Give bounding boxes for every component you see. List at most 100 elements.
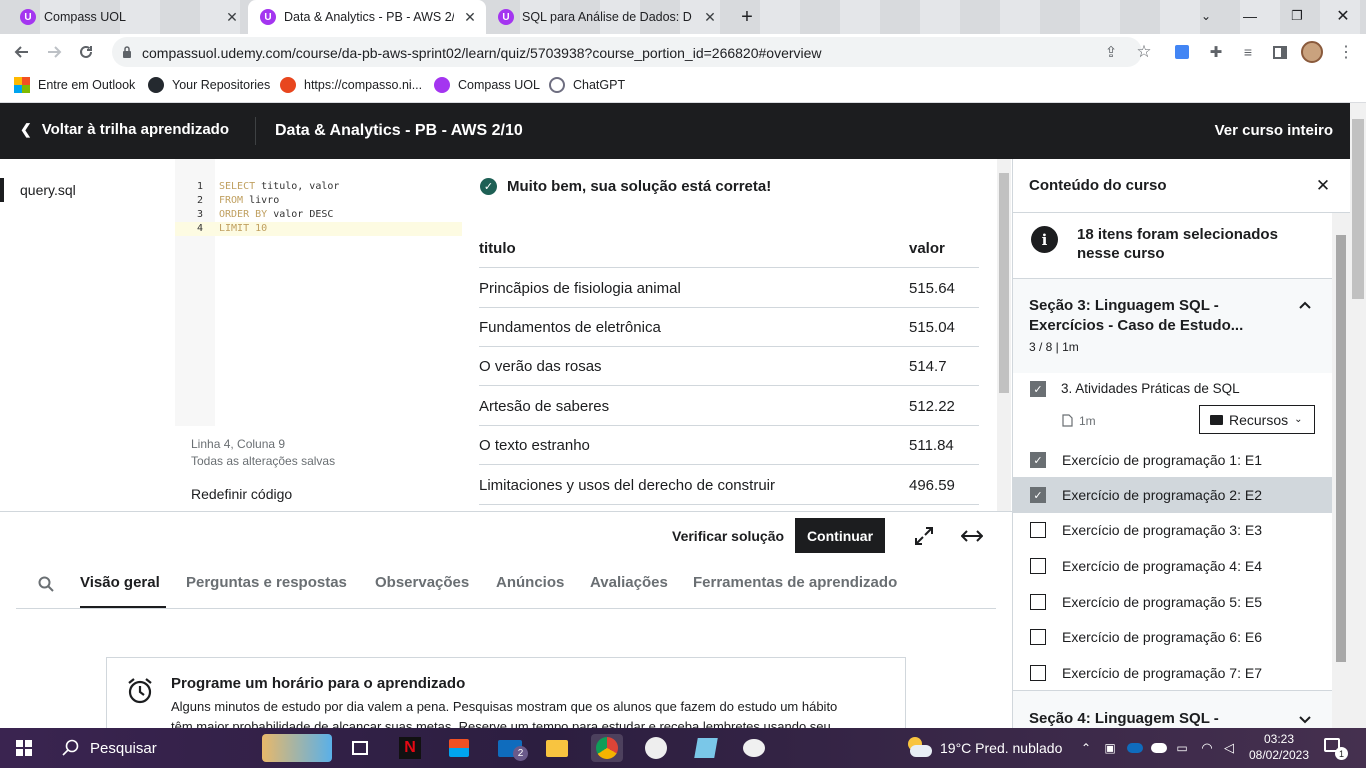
chevron-up-icon[interactable]	[1297, 297, 1313, 313]
task-view-icon[interactable]	[344, 734, 376, 762]
view-full-course-link[interactable]: Ver curso inteiro	[1215, 122, 1333, 139]
extensions-icon[interactable]: ✚	[1206, 42, 1226, 62]
scrollbar-thumb[interactable]	[999, 173, 1009, 393]
lecture-item-e6[interactable]: Exercício de programação 6: E6	[1013, 619, 1332, 655]
lecture-checkbox[interactable]	[1030, 522, 1046, 538]
chevron-down-icon[interactable]	[1297, 712, 1313, 728]
window-close-icon[interactable]: ✕	[1333, 6, 1353, 26]
lecture-item-e4[interactable]: Exercício de programação 4: E4	[1013, 548, 1332, 584]
tab-announcements[interactable]: Anúncios	[496, 574, 564, 591]
file-query-sql[interactable]: query.sql	[20, 182, 76, 198]
store-icon[interactable]	[443, 734, 475, 762]
section-3-header[interactable]: Seção 3: Linguagem SQL - Exercícios - Ca…	[1013, 279, 1332, 373]
app-icon[interactable]	[640, 734, 672, 762]
sidebar-scrollbar[interactable]	[1332, 213, 1350, 728]
new-tab-icon[interactable]: +	[736, 6, 758, 28]
tab-search-icon[interactable]: ⌄	[1196, 6, 1216, 26]
menu-kebab-icon[interactable]: ⋮	[1336, 42, 1356, 62]
notepad-icon[interactable]	[690, 734, 722, 762]
weather-icon[interactable]	[906, 737, 932, 759]
bookmark-repositories[interactable]: Your Repositories	[148, 77, 270, 93]
close-tab-icon[interactable]: ✕	[462, 9, 478, 25]
address-bar[interactable]: compassuol.udemy.com/course/da-pb-aws-sp…	[112, 37, 1142, 67]
tab-questions[interactable]: Perguntas e respostas	[186, 574, 347, 591]
volume-icon[interactable]: ◁	[1220, 738, 1238, 758]
close-sidebar-icon[interactable]: ✕	[1313, 176, 1333, 196]
search-icon[interactable]	[36, 574, 56, 594]
completed-checkbox[interactable]: ✓	[1030, 487, 1046, 503]
activity-item[interactable]: ✓ 3. Atividades Práticas de SQL 1m Recur…	[1013, 373, 1332, 443]
bookmark-outlook[interactable]: Entre em Outlook	[14, 77, 135, 93]
file-explorer-icon[interactable]	[541, 734, 573, 762]
page-scrollbar[interactable]	[1350, 103, 1366, 728]
tab-learning-tools[interactable]: Ferramentas de aprendizado	[693, 574, 897, 591]
lecture-item-e2-current[interactable]: ✓ Exercício de programação 2: E2	[1013, 477, 1332, 513]
reset-code-button[interactable]: Redefinir código	[191, 486, 292, 502]
bookmark-chatgpt[interactable]: ChatGPT	[549, 77, 625, 93]
tab-notes[interactable]: Observações	[375, 574, 469, 591]
verify-solution-button[interactable]: Verificar solução	[672, 528, 784, 544]
lecture-checkbox[interactable]	[1030, 665, 1046, 681]
device-icon[interactable]: ▣	[1102, 738, 1118, 758]
lecture-checkbox[interactable]	[1030, 558, 1046, 574]
notifications-icon[interactable]: 1	[1324, 738, 1348, 760]
side-panel-icon[interactable]	[1270, 42, 1290, 62]
bookmark-label: ChatGPT	[573, 78, 626, 92]
browser-tab-data-analytics[interactable]: U Data & Analytics - PB - AWS 2/10 ✕	[248, 0, 486, 34]
scrollbar-thumb[interactable]	[1336, 235, 1346, 662]
forward-arrow-icon[interactable]	[44, 42, 64, 62]
mail-icon[interactable]: 2	[494, 734, 528, 762]
chrome-icon[interactable]	[591, 734, 623, 762]
column-header-titulo: titulo	[479, 239, 516, 257]
activity-checkbox[interactable]: ✓	[1030, 381, 1046, 397]
translate-icon[interactable]	[1172, 42, 1192, 62]
wifi-icon[interactable]: ◠	[1198, 738, 1216, 758]
weather-text[interactable]: 19°C Pred. nublado	[940, 740, 1062, 756]
back-to-track-link[interactable]: ❮ Voltar à trilha aprendizado	[20, 121, 229, 138]
widgets-icon[interactable]	[262, 734, 332, 762]
resources-dropdown[interactable]: Recursos ⌄	[1199, 405, 1315, 434]
continue-button[interactable]: Continuar	[795, 518, 885, 553]
back-arrow-icon[interactable]	[12, 42, 32, 62]
cloud-icon[interactable]	[1151, 743, 1167, 753]
fullscreen-icon[interactable]	[913, 525, 935, 547]
bookmark-compass-uol[interactable]: Compass UOL	[434, 77, 540, 93]
minimize-icon[interactable]: —	[1240, 6, 1260, 26]
netflix-icon[interactable]: N	[394, 734, 426, 762]
expand-horizontal-icon[interactable]	[960, 525, 984, 547]
tab-overview[interactable]: Visão geral	[80, 574, 160, 591]
profile-avatar[interactable]	[1301, 41, 1323, 63]
reload-icon[interactable]	[76, 42, 96, 62]
battery-icon[interactable]: ▭	[1173, 738, 1191, 758]
paint-icon[interactable]	[738, 734, 770, 762]
chevron-up-icon[interactable]: ⌃	[1078, 738, 1094, 758]
taskbar-search[interactable]: Pesquisar	[50, 728, 250, 768]
code-editor[interactable]: 1 2 3 4 SELECT titulo, valor FROM livro …	[175, 159, 462, 426]
reading-list-icon[interactable]: ≡	[1238, 42, 1258, 62]
browser-tab-sql[interactable]: U SQL para Análise de Dados: Do ✕	[486, 0, 726, 34]
chatgpt-icon	[549, 77, 565, 93]
lecture-item-e3[interactable]: Exercício de programação 3: E3	[1013, 512, 1332, 548]
bookmark-compasso[interactable]: https://compasso.ni...	[280, 77, 422, 93]
completed-checkbox[interactable]: ✓	[1030, 452, 1046, 468]
browser-tab-compass[interactable]: U Compass UOL ✕	[8, 0, 248, 34]
results-scrollbar[interactable]	[997, 159, 1011, 511]
section-4-header[interactable]: Seção 4: Linguagem SQL -	[1013, 690, 1332, 728]
scrollbar-thumb[interactable]	[1352, 119, 1364, 299]
lecture-checkbox[interactable]	[1030, 594, 1046, 610]
windows-start-icon[interactable]	[8, 734, 40, 762]
clock-date[interactable]: 08/02/2023	[1245, 748, 1313, 762]
lecture-item-e7[interactable]: Exercício de programação 7: E7	[1013, 655, 1332, 691]
close-tab-icon[interactable]: ✕	[702, 9, 718, 25]
clock-time[interactable]: 03:23	[1249, 732, 1309, 746]
onedrive-icon[interactable]	[1127, 743, 1143, 753]
restore-icon[interactable]: ❐	[1287, 6, 1307, 26]
lock-icon[interactable]	[120, 45, 134, 59]
close-tab-icon[interactable]: ✕	[224, 9, 240, 25]
share-icon[interactable]: ⇪	[1102, 43, 1120, 61]
lecture-checkbox[interactable]	[1030, 629, 1046, 645]
lecture-item-e1[interactable]: ✓ Exercício de programação 1: E1	[1013, 442, 1332, 478]
bookmark-star-icon[interactable]: ☆	[1134, 42, 1154, 62]
tab-reviews[interactable]: Avaliações	[590, 574, 668, 591]
lecture-item-e5[interactable]: Exercício de programação 5: E5	[1013, 584, 1332, 620]
